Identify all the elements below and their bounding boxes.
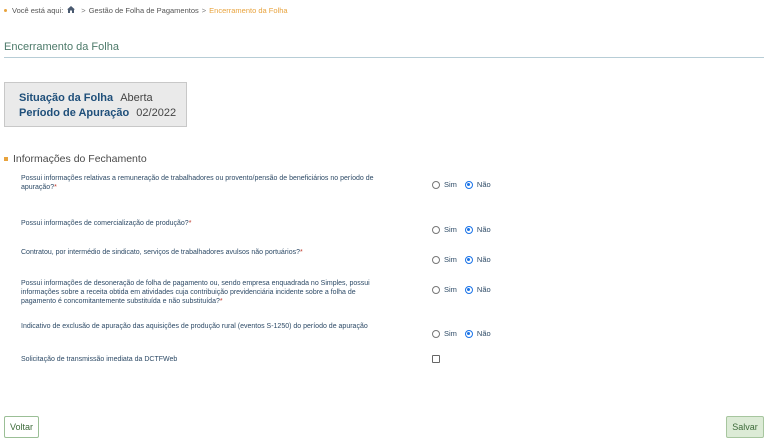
home-icon[interactable] <box>67 6 76 15</box>
radio-nao-label[interactable]: Não <box>477 180 491 189</box>
situacao-row: Situação da Folha Aberta <box>19 91 186 106</box>
radio-sim[interactable] <box>432 285 440 294</box>
radio-sim-label[interactable]: Sim <box>444 180 457 189</box>
page-title: Encerramento da Folha <box>4 41 119 53</box>
question-avulsos: Contratou, por intermédio de sindicato, … <box>21 248 381 257</box>
radio-nao[interactable] <box>464 225 473 234</box>
radio-sim-label[interactable]: Sim <box>444 285 457 294</box>
options-desoneracao: Sim Não <box>432 285 491 294</box>
required-mark: * <box>54 184 57 191</box>
radio-nao-label[interactable]: Não <box>477 255 491 264</box>
question-text: Possui informações de desoneração de fol… <box>21 280 370 305</box>
required-mark: * <box>219 298 223 305</box>
section-title-text: Informações do Fechamento <box>13 153 147 165</box>
radio-sim[interactable] <box>432 329 440 338</box>
breadcrumb-separator: > <box>201 6 207 15</box>
question-text: Possui informações relativas a remuneraç… <box>21 175 374 191</box>
breadcrumb-bullet <box>4 9 7 12</box>
radio-nao[interactable] <box>464 255 473 264</box>
breadcrumb-separator: > <box>81 6 86 15</box>
question-text: Contratou, por intermédio de sindicato, … <box>21 249 300 256</box>
radio-nao[interactable] <box>464 329 473 338</box>
section-bullet <box>4 157 8 161</box>
save-button[interactable]: Salvar <box>726 416 764 438</box>
section-title: Informações do Fechamento <box>4 153 147 165</box>
radio-sim[interactable] <box>432 225 440 234</box>
radio-nao-label[interactable]: Não <box>477 285 491 294</box>
situacao-label: Situação da Folha <box>19 92 114 104</box>
options-avulsos: Sim Não <box>432 255 491 264</box>
breadcrumb-current: Encerramento da Folha <box>209 6 288 15</box>
breadcrumb-prefix: Você está aqui: <box>12 6 64 15</box>
dctf-checkbox[interactable] <box>432 355 440 363</box>
options-remuneracao: Sim Não <box>432 180 491 189</box>
periodo-value: 02/2022 <box>136 107 177 119</box>
radio-sim-label[interactable]: Sim <box>444 255 457 264</box>
options-exclusao-rural: Sim Não <box>432 329 491 338</box>
radio-sim[interactable] <box>432 180 440 189</box>
breadcrumb: Você está aqui: > Gestão de Folha de Pag… <box>4 6 288 15</box>
radio-nao-label[interactable]: Não <box>477 225 491 234</box>
dctf-label: Solicitação de transmissão imediata da D… <box>21 356 178 363</box>
status-panel: Situação da Folha Aberta Período de Apur… <box>4 82 187 127</box>
question-desoneracao: Possui informações de desoneração de fol… <box>21 279 381 306</box>
radio-nao-label[interactable]: Não <box>477 329 491 338</box>
question-exclusao-rural: Indicativo de exclusão de apuração das a… <box>21 322 381 331</box>
required-mark: * <box>188 220 192 227</box>
back-button[interactable]: Voltar <box>4 416 39 438</box>
title-divider <box>4 57 764 58</box>
required-mark: * <box>300 249 303 256</box>
options-comercializacao: Sim Não <box>432 225 491 234</box>
question-text: Indicativo de exclusão de apuração das a… <box>21 323 368 330</box>
periodo-row: Período de Apuração 02/2022 <box>19 106 186 121</box>
radio-sim-label[interactable]: Sim <box>444 225 457 234</box>
situacao-value: Aberta <box>120 92 153 104</box>
question-text: Possui informações de comercialização de… <box>21 220 189 227</box>
radio-sim-label[interactable]: Sim <box>444 329 457 338</box>
radio-nao[interactable] <box>464 285 473 294</box>
periodo-label: Período de Apuração <box>19 107 130 119</box>
radio-sim[interactable] <box>432 255 440 264</box>
question-remuneracao: Possui informações relativas a remuneraç… <box>21 174 381 192</box>
breadcrumb-link-folha[interactable]: Gestão de Folha de Pagamentos <box>89 6 199 15</box>
radio-nao[interactable] <box>464 180 473 189</box>
question-comercializacao: Possui informações de comercialização de… <box>21 219 381 228</box>
